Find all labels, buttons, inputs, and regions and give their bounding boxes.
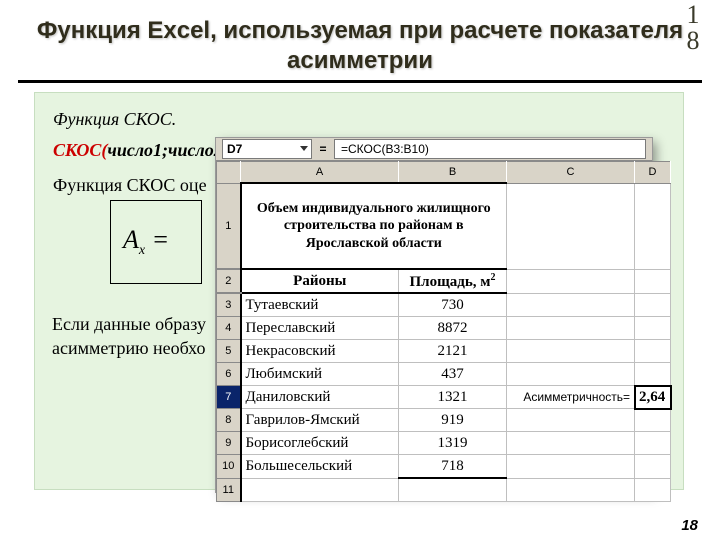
formula-eq: = xyxy=(145,225,169,254)
c4[interactable] xyxy=(507,317,635,340)
row-9: 9 Борисоглебский 1319 xyxy=(217,432,671,455)
d11[interactable] xyxy=(635,478,671,502)
excel-grid: A B C D 1 Объем индивидуального жилищног… xyxy=(216,161,671,502)
d4[interactable] xyxy=(635,317,671,340)
d9[interactable] xyxy=(635,432,671,455)
page-number: 18 xyxy=(681,517,698,534)
c2[interactable] xyxy=(507,269,635,293)
a7[interactable]: Даниловский xyxy=(241,386,399,409)
b4[interactable]: 8872 xyxy=(399,317,507,340)
excel-formula-bar-row: D7 = =СКОС(B3:B10) xyxy=(216,138,652,161)
rowhead-2[interactable]: 2 xyxy=(217,269,241,293)
a5[interactable]: Некрасовский xyxy=(241,340,399,363)
b10[interactable]: 718 xyxy=(399,455,507,479)
a3[interactable]: Тутаевский xyxy=(241,293,399,317)
c9[interactable] xyxy=(507,432,635,455)
a9[interactable]: Борисоглебский xyxy=(241,432,399,455)
a4[interactable]: Переславский xyxy=(241,317,399,340)
c3[interactable] xyxy=(507,293,635,317)
b8[interactable]: 919 xyxy=(399,409,507,432)
d1[interactable] xyxy=(635,183,671,269)
rowhead-5[interactable]: 5 xyxy=(217,340,241,363)
d3[interactable] xyxy=(635,293,671,317)
b2-text: Площадь, м xyxy=(410,274,491,290)
b7[interactable]: 1321 xyxy=(399,386,507,409)
c11[interactable] xyxy=(507,478,635,502)
row-11: 11 xyxy=(217,478,671,502)
formula-sym: A xyxy=(123,225,139,254)
row-1: 1 Объем индивидуального жилищного строит… xyxy=(217,183,671,269)
rowhead-9[interactable]: 9 xyxy=(217,432,241,455)
row-10: 10 Большесельский 718 xyxy=(217,455,671,479)
d10[interactable] xyxy=(635,455,671,479)
formula-bar[interactable]: =СКОС(B3:B10) xyxy=(334,139,646,159)
corner-cell[interactable] xyxy=(217,162,241,184)
c7[interactable]: Асимметричность= xyxy=(507,386,635,409)
rowhead-8[interactable]: 8 xyxy=(217,409,241,432)
b2[interactable]: Площадь, м2 xyxy=(399,269,507,293)
row-4: 4 Переславский 8872 xyxy=(217,317,671,340)
excel-screenshot: D7 = =СКОС(B3:B10) A B C D 1 Объем индив… xyxy=(216,138,652,492)
rowhead-1[interactable]: 1 xyxy=(217,183,241,269)
row-6: 6 Любимский 437 xyxy=(217,363,671,386)
d2[interactable] xyxy=(635,269,671,293)
row-7: 7 Даниловский 1321 Асимметричность= 2,64 xyxy=(217,386,671,409)
row-2: 2 Районы Площадь, м2 xyxy=(217,269,671,293)
b9[interactable]: 1319 xyxy=(399,432,507,455)
slide-title: Функция Excel, используемая при расчете … xyxy=(0,16,720,76)
c1[interactable] xyxy=(507,183,635,269)
col-C[interactable]: C xyxy=(507,162,635,184)
d8[interactable] xyxy=(635,409,671,432)
a10[interactable]: Большесельский xyxy=(241,455,399,479)
c5[interactable] xyxy=(507,340,635,363)
merged-title-cell[interactable]: Объем индивидуального жилищного строител… xyxy=(241,183,507,269)
col-A[interactable]: A xyxy=(241,162,399,184)
b2-sup: 2 xyxy=(490,272,495,283)
row-8: 8 Гаврилов-Ямский 919 xyxy=(217,409,671,432)
name-box[interactable]: D7 xyxy=(222,139,312,159)
func-name-line: Функция СКОС. xyxy=(53,109,665,130)
bottom-paragraph: Если данные образу асимметрию необхо xyxy=(52,312,232,361)
rowhead-4[interactable]: 4 xyxy=(217,317,241,340)
c10[interactable] xyxy=(507,455,635,479)
row-5: 5 Некрасовский 2121 xyxy=(217,340,671,363)
title-underline xyxy=(18,80,702,83)
formula-content: Ax = xyxy=(123,225,169,259)
c6[interactable] xyxy=(507,363,635,386)
d5[interactable] xyxy=(635,340,671,363)
d6[interactable] xyxy=(635,363,671,386)
sig-open: СКОС( xyxy=(53,140,107,160)
c8[interactable] xyxy=(507,409,635,432)
col-D[interactable]: D xyxy=(635,162,671,184)
col-B[interactable]: B xyxy=(399,162,507,184)
b3[interactable]: 730 xyxy=(399,293,507,317)
col-header-row: A B C D xyxy=(217,162,671,184)
rowhead-6[interactable]: 6 xyxy=(217,363,241,386)
b6[interactable]: 437 xyxy=(399,363,507,386)
b11[interactable] xyxy=(399,478,507,502)
rowhead-3[interactable]: 3 xyxy=(217,293,241,317)
a11[interactable] xyxy=(241,478,399,502)
row-3: 3 Тутаевский 730 xyxy=(217,293,671,317)
rowhead-11[interactable]: 11 xyxy=(217,478,241,502)
formula-box: Ax = xyxy=(110,200,202,284)
rowhead-7[interactable]: 7 xyxy=(217,386,241,409)
equals-label: = xyxy=(312,142,334,156)
a2[interactable]: Районы xyxy=(241,269,399,293)
a8[interactable]: Гаврилов-Ямский xyxy=(241,409,399,432)
rowhead-10[interactable]: 10 xyxy=(217,455,241,479)
d7-active-cell[interactable]: 2,64 xyxy=(635,386,671,409)
a6[interactable]: Любимский xyxy=(241,363,399,386)
b5[interactable]: 2121 xyxy=(399,340,507,363)
